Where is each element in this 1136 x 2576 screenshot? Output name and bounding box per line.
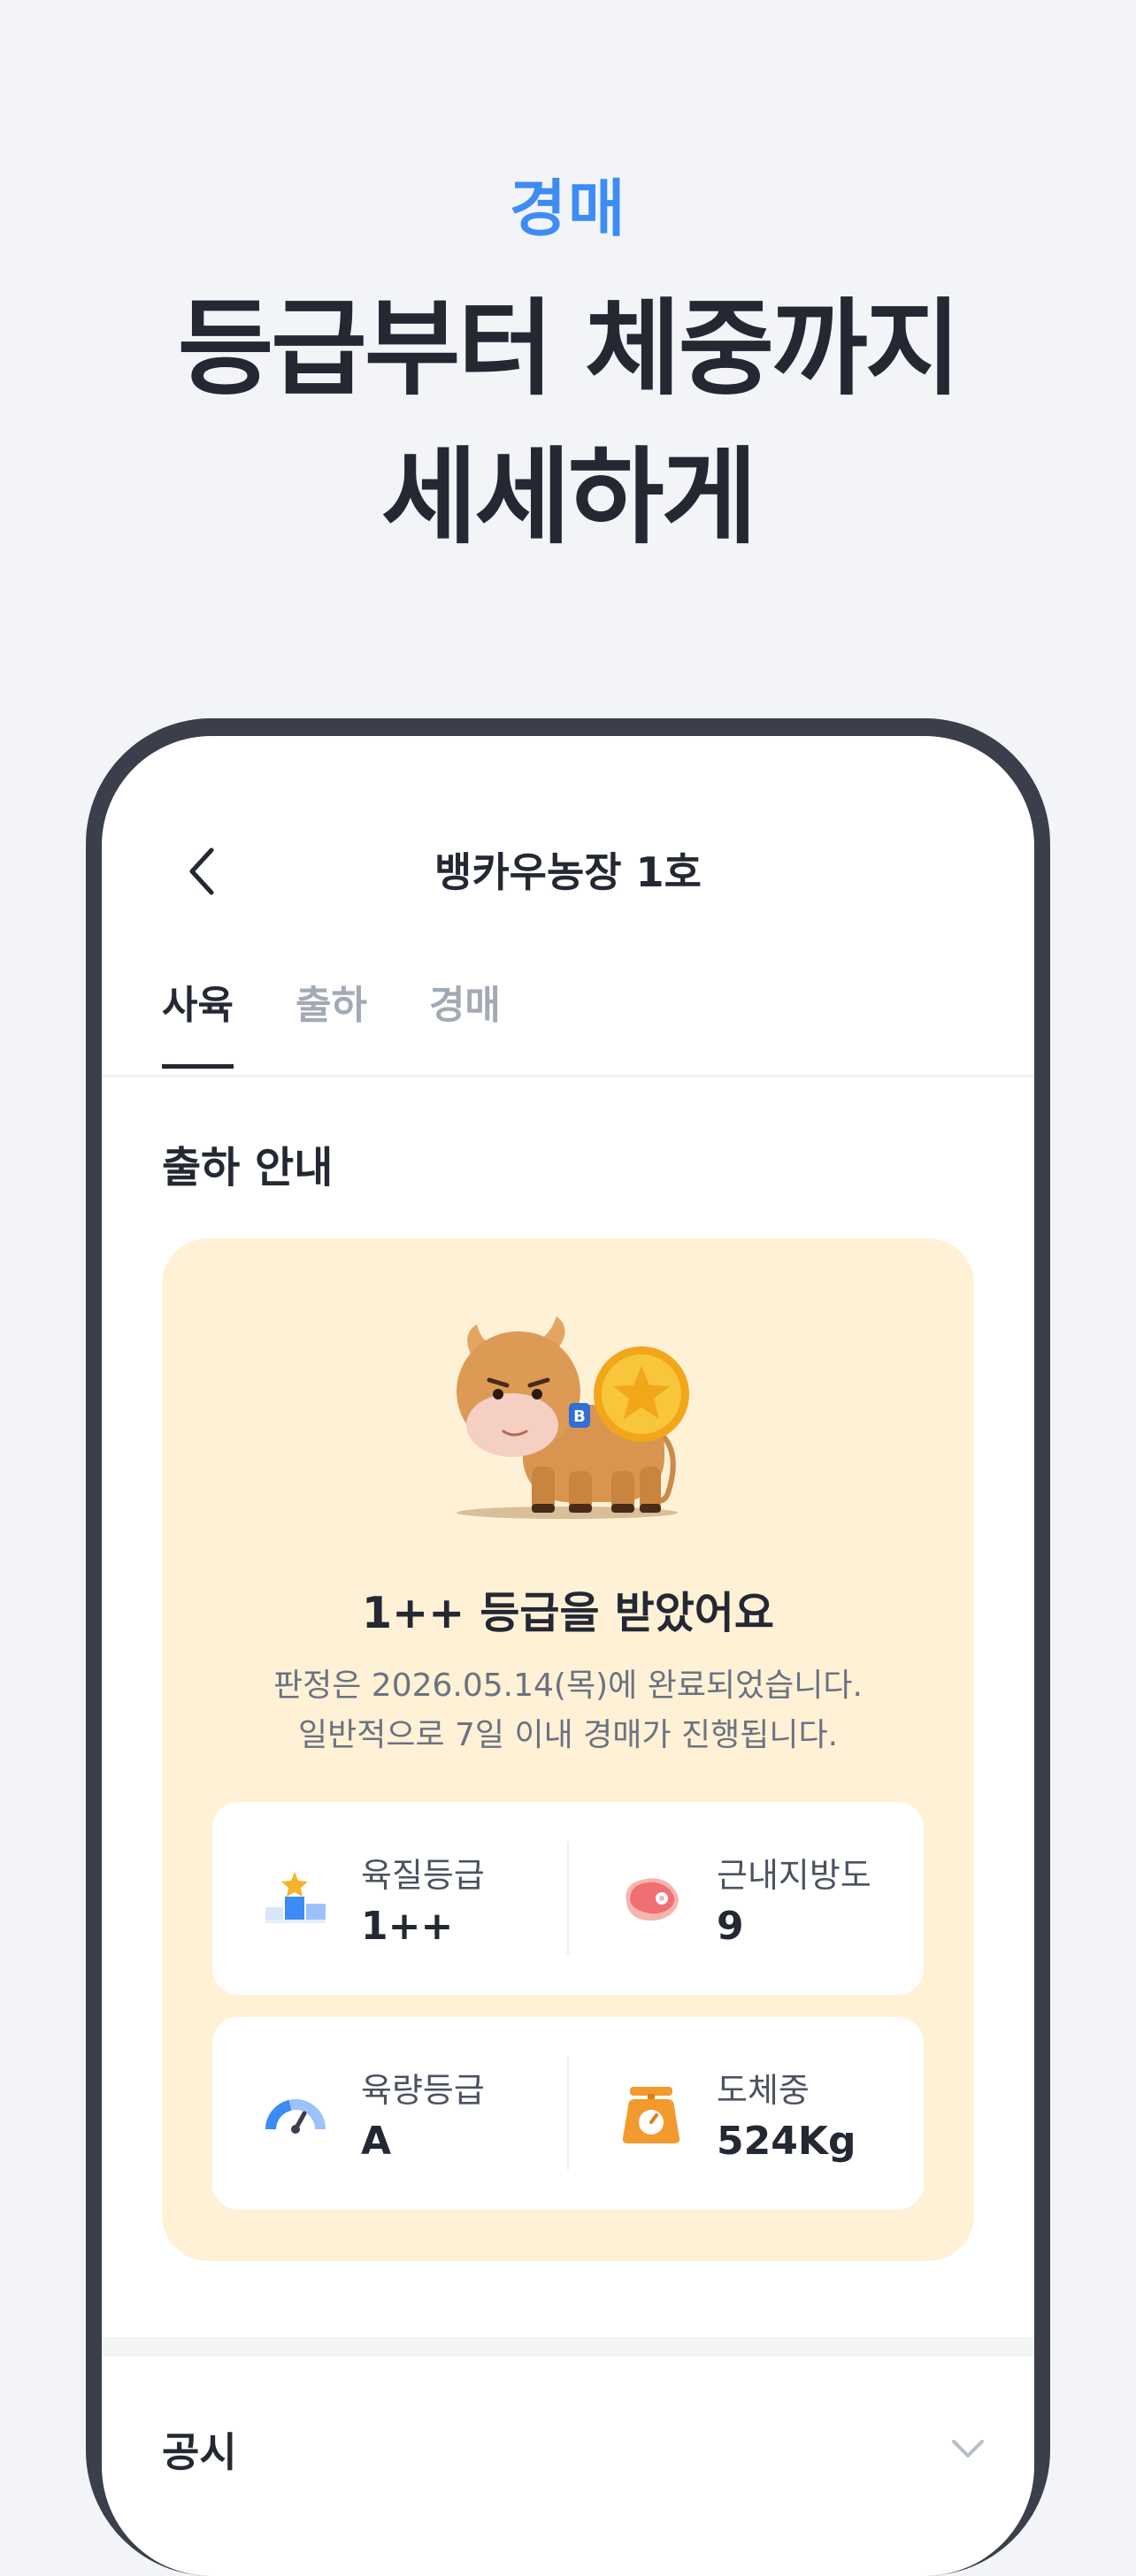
notice-title[interactable]: 공시 [162,2420,237,2479]
gauge-icon [265,2099,326,2134]
section-gap [102,2337,1034,2357]
marbled-meat-icon [626,1878,679,1921]
stat-quality-grade: 육질등급 1++ [212,1802,557,1995]
tab-breeding[interactable]: 사육 [162,973,234,1069]
stat-box-yield: 육량등급 A 도체중 524Kg [212,2017,924,2210]
stat-label: 육량등급 [361,2071,485,2110]
headline-line-2: 세세하게 [380,436,757,558]
grade-result-card: B 1++ 등급을 받았어요 판정은 2026.05.14(목)에 완료되었습니… [162,1238,974,2261]
section-title: 출하 안내 [162,1143,334,1192]
stat-label: 근내지방도 [717,1856,871,1895]
tab-shipping[interactable]: 출하 [296,973,367,1069]
tab-auction[interactable]: 경매 [429,973,501,1069]
card-description: 판정은 2026.05.14(목)에 완료되었습니다. 일반적으로 7일 이내 … [162,1661,974,1760]
promo-eyebrow: 경매 [509,172,627,245]
podium-star-icon [265,1872,326,1923]
stat-yield-grade: 육량등급 A [212,2017,557,2210]
phone-screen: 뱅카우농장 1호 사육 출하 경매 출하 안내 B 1++ 등급을 받았어요 판… [102,736,1034,2576]
stat-label: 육질등급 [361,1856,485,1895]
description-line-2: 일반적으로 7일 이내 경매가 진행됩니다. [297,1717,839,1753]
chevron-down-icon[interactable] [947,2427,989,2470]
ear-tag-letter: B [573,1407,586,1426]
promo-headline: 등급부터 체중까지 세세하게 [0,274,1136,571]
screen-title: 뱅카우농장 1호 [434,848,702,896]
cow-mascot-icon: B [457,1316,689,1519]
stat-box-quality: 육질등급 1++ 근내지방도 9 [212,1802,924,1995]
headline-line-1: 등급부터 체중까지 [177,288,962,410]
card-title: 1++ 등급을 받았어요 [362,1588,774,1638]
description-line-1: 판정은 2026.05.14(목)에 완료되었습니다. [273,1668,863,1704]
phone-frame: 뱅카우농장 1호 사육 출하 경매 출하 안내 B 1++ 등급을 받았어요 판… [86,718,1050,2576]
stat-value: A [361,2119,392,2164]
stat-value: 1++ [361,1904,454,1949]
tab-bar: 사육 출하 경매 [162,973,563,1079]
tabs-divider [102,1075,1034,1077]
stat-value: 524Kg [717,2119,856,2164]
stat-value: 9 [717,1904,744,1949]
stat-carcass-weight: 도체중 524Kg [568,2017,913,2210]
scale-icon [622,2087,680,2143]
stat-label: 도체중 [717,2071,810,2110]
stat-marbling: 근내지방도 9 [568,1802,913,1995]
